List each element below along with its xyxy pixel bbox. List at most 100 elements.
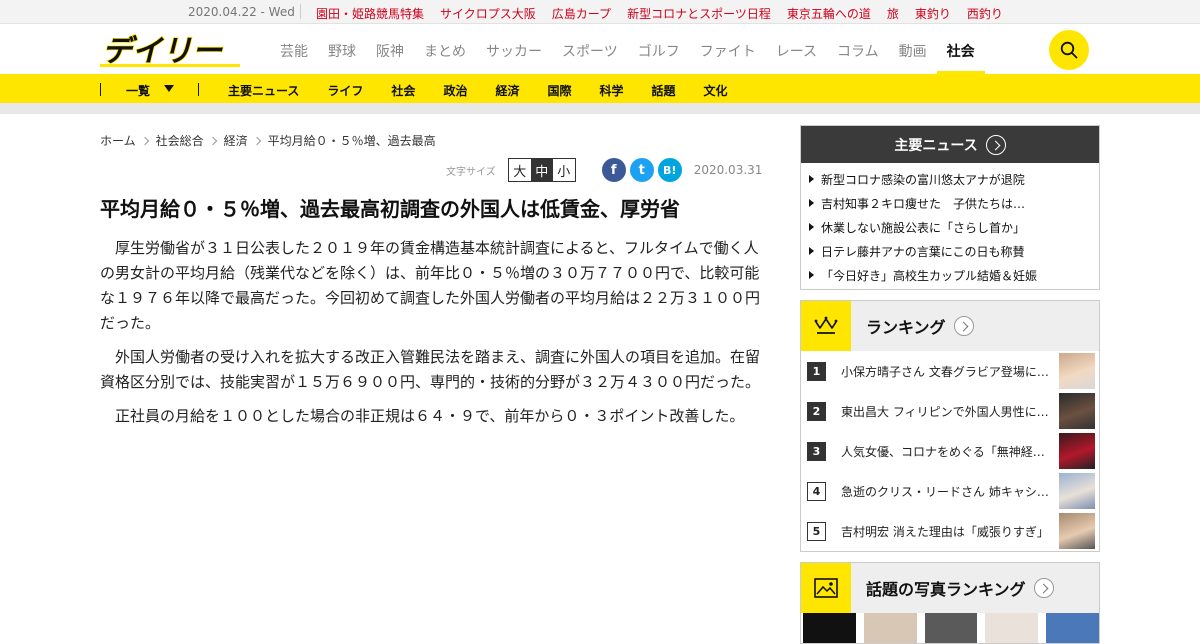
- caret-down-icon[interactable]: [164, 85, 174, 92]
- main-news-heading: 主要ニュース: [894, 137, 978, 154]
- arrow-right-icon: [985, 134, 1006, 155]
- ranking-item[interactable]: 2 東出昌大 フィリピンで外国人男性に…: [801, 391, 1099, 431]
- facebook-share-icon[interactable]: f: [601, 158, 626, 182]
- article-paragraph: 外国人労働者の受け入れを拡大する改正入管難民法を踏まえ、調査に外国人の項目を追加…: [100, 348, 761, 391]
- font-size-small[interactable]: 小: [553, 159, 575, 181]
- main-news-box: 主要ニュース 新型コロナ感染の富川悠太アナが退院 吉村知事２キロ痩せた 子供たち…: [800, 125, 1100, 290]
- nav-item-baseball[interactable]: 野球: [328, 41, 356, 74]
- breadcrumb-economy[interactable]: 経済: [224, 132, 248, 149]
- publish-date: 2020.03.31: [693, 163, 763, 177]
- top-link-cyclops[interactable]: サイクロプス大阪: [440, 5, 536, 22]
- ranking-header[interactable]: ランキング: [801, 301, 1099, 351]
- subnav-topics[interactable]: 話題: [652, 82, 676, 99]
- font-size-medium[interactable]: 中: [530, 159, 553, 181]
- top-link-east-fishing[interactable]: 東釣り: [915, 5, 951, 22]
- divider: [100, 83, 101, 96]
- image-icon: [801, 563, 851, 613]
- subnav-culture[interactable]: 文化: [704, 82, 728, 99]
- font-size-large[interactable]: 大: [509, 159, 531, 181]
- image-icon-graphic: [814, 578, 838, 598]
- twitter-share-icon[interactable]: t: [629, 158, 654, 182]
- news-item[interactable]: 「今日好き」高校生カップル結婚＆妊娠: [809, 263, 1091, 287]
- photo-thumbnail[interactable]: [985, 613, 1039, 643]
- article-body: 厚生労働省が３１日公表した２０１９年の賃金構造基本統計調査によると、フルタイムで…: [100, 236, 760, 438]
- font-size-switcher: 大 中 小: [507, 158, 576, 182]
- nav-item-fight[interactable]: ファイト: [700, 41, 756, 74]
- nav-item-video[interactable]: 動画: [899, 41, 927, 74]
- breadcrumb: ホーム 社会総合 経済 平均月給０・５％増、過去最高: [100, 132, 436, 149]
- photo-ranking-header[interactable]: 話題の写真ランキング: [801, 563, 1099, 613]
- breadcrumb-home[interactable]: ホーム: [100, 132, 136, 149]
- divider: [198, 83, 199, 96]
- article-paragraph: 厚生労働省が３１日公表した２０１９年の賃金構造基本統計調査によると、フルタイムで…: [100, 239, 761, 332]
- subnav-society[interactable]: 社会: [391, 82, 415, 99]
- news-item[interactable]: 日テレ藤井アナの言葉にこの日も称賛: [809, 239, 1091, 263]
- top-strip: 2020.04.22 - Wed 園田・姫路競馬特集 サイクロプス大阪 広島カー…: [0, 0, 1200, 24]
- article-title: 平均月給０・５％増、過去最高初調査の外国人は低賃金、厚労省: [100, 197, 680, 221]
- top-link-carp[interactable]: 広島カープ: [552, 5, 611, 22]
- rank-number: 1: [807, 361, 826, 381]
- hatena-bookmark-icon[interactable]: B!: [657, 158, 682, 182]
- article-paragraph: 正社員の月給を１００とした場合の非正規は６４・９で、前年から０・３ポイント改善し…: [115, 407, 745, 425]
- top-link-corona-sports[interactable]: 新型コロナとスポーツ日程: [627, 5, 771, 22]
- site-header: デイリー 芸能 野球 阪神 まとめ サッカー スポーツ ゴルフ ファイト レース…: [0, 25, 1200, 74]
- photo-thumbnail[interactable]: [1046, 613, 1099, 643]
- rank-number: 5: [807, 521, 826, 541]
- nav-item-race[interactable]: レース: [776, 41, 817, 74]
- nav-item-soccer[interactable]: サッカー: [486, 41, 542, 74]
- header-divider-band: [0, 103, 1200, 114]
- top-link-sonoda[interactable]: 園田・姫路競馬特集: [316, 5, 424, 22]
- nav-item-column[interactable]: コラム: [837, 41, 879, 74]
- ranking-item[interactable]: 3 人気女優、コロナをめぐる「無神経」…: [801, 431, 1099, 471]
- photo-ranking-heading: 話題の写真ランキング: [866, 580, 1026, 599]
- nav-item-matome[interactable]: まとめ: [424, 41, 466, 74]
- subnav-science[interactable]: 科学: [599, 82, 623, 99]
- ranking-item-title: 東出昌大 フィリピンで外国人男性に…: [841, 404, 1049, 419]
- article-tools: 文字サイズ 大 中 小 f t B! 2020.03.31: [446, 158, 762, 182]
- rank-number: 4: [807, 481, 826, 501]
- nav-item-golf[interactable]: ゴルフ: [638, 41, 680, 74]
- ranking-item-title: 吉村明宏 消えた理由は「威張りすぎ」: [841, 524, 1049, 539]
- search-button[interactable]: [1049, 30, 1089, 70]
- ranking-item[interactable]: 5 吉村明宏 消えた理由は「威張りすぎ」: [801, 511, 1099, 551]
- breadcrumb-society[interactable]: 社会総合: [156, 132, 204, 149]
- crown-icon-graphic: [814, 316, 838, 334]
- subnav-life[interactable]: ライフ: [327, 82, 363, 99]
- share-buttons: f t B!: [601, 158, 682, 182]
- rank-number: 2: [807, 401, 826, 421]
- top-link-west-fishing[interactable]: 西釣り: [967, 5, 1003, 22]
- photo-thumbnail[interactable]: [924, 613, 978, 643]
- all-categories-dropdown[interactable]: 一覧: [126, 82, 150, 99]
- top-link-travel[interactable]: 旅: [887, 5, 899, 22]
- photo-thumbnails: [801, 613, 1099, 643]
- photo-thumbnail[interactable]: [863, 613, 917, 643]
- nav-item-sports[interactable]: スポーツ: [562, 41, 618, 74]
- ranking-item[interactable]: 1 小保方晴子さん 文春グラビア登場に…: [801, 351, 1099, 391]
- rank-number: 3: [807, 441, 826, 461]
- news-item[interactable]: 休業しない施設公表に「さらし首か」: [809, 215, 1091, 239]
- arrow-right-icon: [1033, 578, 1054, 598]
- nav-item-society[interactable]: 社会: [936, 41, 985, 74]
- news-item[interactable]: 新型コロナ感染の富川悠太アナが退院: [809, 167, 1091, 191]
- subnav-politics[interactable]: 政治: [443, 82, 467, 99]
- svg-text:デイリー: デイリー: [102, 34, 223, 67]
- main-news-header[interactable]: 主要ニュース: [801, 126, 1099, 163]
- logo-graphic: デイリー: [100, 33, 240, 70]
- top-link-olympics[interactable]: 東京五輪への道: [787, 5, 871, 22]
- sidebar: 主要ニュース 新型コロナ感染の富川悠太アナが退院 吉村知事２キロ痩せた 子供たち…: [800, 125, 1100, 644]
- news-item[interactable]: 吉村知事２キロ痩せた 子供たちは…: [809, 191, 1091, 215]
- divider: [300, 4, 301, 19]
- ranking-thumbnail: [1059, 513, 1095, 549]
- nav-item-entertainment[interactable]: 芸能: [280, 41, 308, 74]
- site-logo[interactable]: デイリー: [100, 33, 240, 70]
- subnav-economy[interactable]: 経済: [495, 82, 519, 99]
- nav-item-hanshin[interactable]: 阪神: [376, 41, 404, 74]
- ranking-item-title: 小保方晴子さん 文春グラビア登場に…: [841, 364, 1049, 379]
- subnav-main-news[interactable]: 主要ニュース: [228, 82, 299, 99]
- ranking-thumbnail: [1059, 433, 1095, 469]
- photo-thumbnail[interactable]: [803, 613, 856, 643]
- subnav-international[interactable]: 国際: [547, 82, 571, 99]
- category-subnav: 一覧 主要ニュース ライフ 社会 政治 経済 国際 科学 話題 文化: [0, 74, 1200, 103]
- ranking-item[interactable]: 4 急逝のクリス・リードさん 姉キャシ…: [801, 471, 1099, 511]
- search-icon: [1060, 41, 1078, 59]
